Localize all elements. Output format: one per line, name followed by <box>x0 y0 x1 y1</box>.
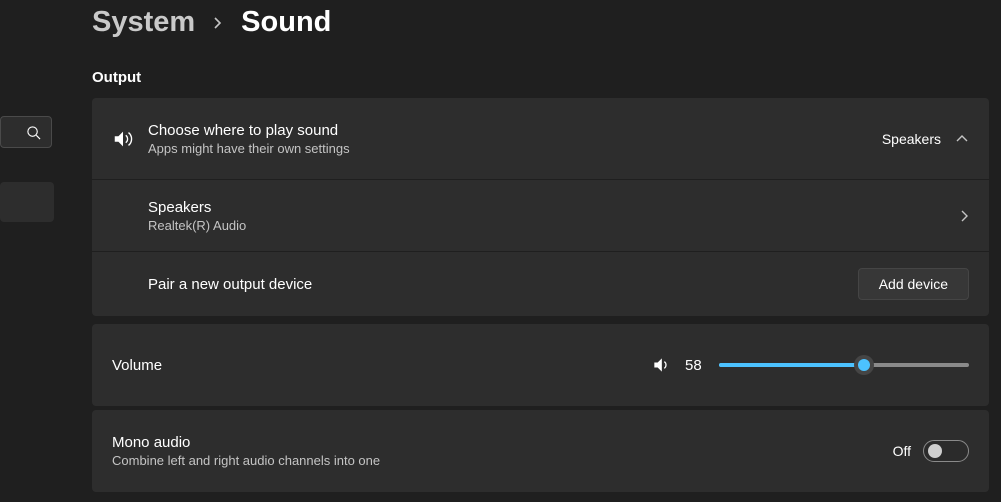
output-selector-current: Speakers <box>882 131 941 147</box>
pair-device-label: Pair a new output device <box>148 276 858 293</box>
mono-audio-toggle[interactable] <box>923 440 969 462</box>
sidebar-item-active[interactable] <box>0 182 54 222</box>
output-device-driver: Realtek(R) Audio <box>148 218 961 233</box>
mono-audio-state: Off <box>893 443 911 459</box>
output-card-group: Choose where to play sound Apps might ha… <box>92 98 989 316</box>
section-output-title: Output <box>92 69 989 86</box>
output-device-row[interactable]: Speakers Realtek(R) Audio <box>92 180 989 252</box>
volume-slider[interactable] <box>719 355 969 375</box>
chevron-up-icon <box>955 134 969 144</box>
sidebar-fragment <box>0 0 54 502</box>
breadcrumb-parent[interactable]: System <box>92 6 195 39</box>
breadcrumb-current: Sound <box>241 6 331 39</box>
add-device-button[interactable]: Add device <box>858 268 969 300</box>
volume-icon[interactable] <box>651 355 671 375</box>
pair-device-row: Pair a new output device Add device <box>92 252 989 316</box>
mono-audio-row: Mono audio Combine left and right audio … <box>92 410 989 492</box>
chevron-right-icon <box>213 16 223 30</box>
volume-row: Volume 58 <box>92 324 989 406</box>
volume-value: 58 <box>685 357 705 374</box>
volume-slider-thumb[interactable] <box>854 355 874 375</box>
chevron-right-icon <box>961 209 969 223</box>
breadcrumb: System Sound <box>92 6 989 39</box>
output-selector-row[interactable]: Choose where to play sound Apps might ha… <box>92 98 989 180</box>
mono-audio-title: Mono audio <box>112 434 893 451</box>
volume-label: Volume <box>112 357 651 374</box>
search-box[interactable] <box>0 116 52 148</box>
search-icon <box>26 125 41 140</box>
speaker-icon <box>112 128 148 150</box>
mono-audio-subtitle: Combine left and right audio channels in… <box>112 453 893 468</box>
output-selector-subtitle: Apps might have their own settings <box>148 141 882 156</box>
output-device-name: Speakers <box>148 199 961 216</box>
output-selector-title: Choose where to play sound <box>148 122 882 139</box>
